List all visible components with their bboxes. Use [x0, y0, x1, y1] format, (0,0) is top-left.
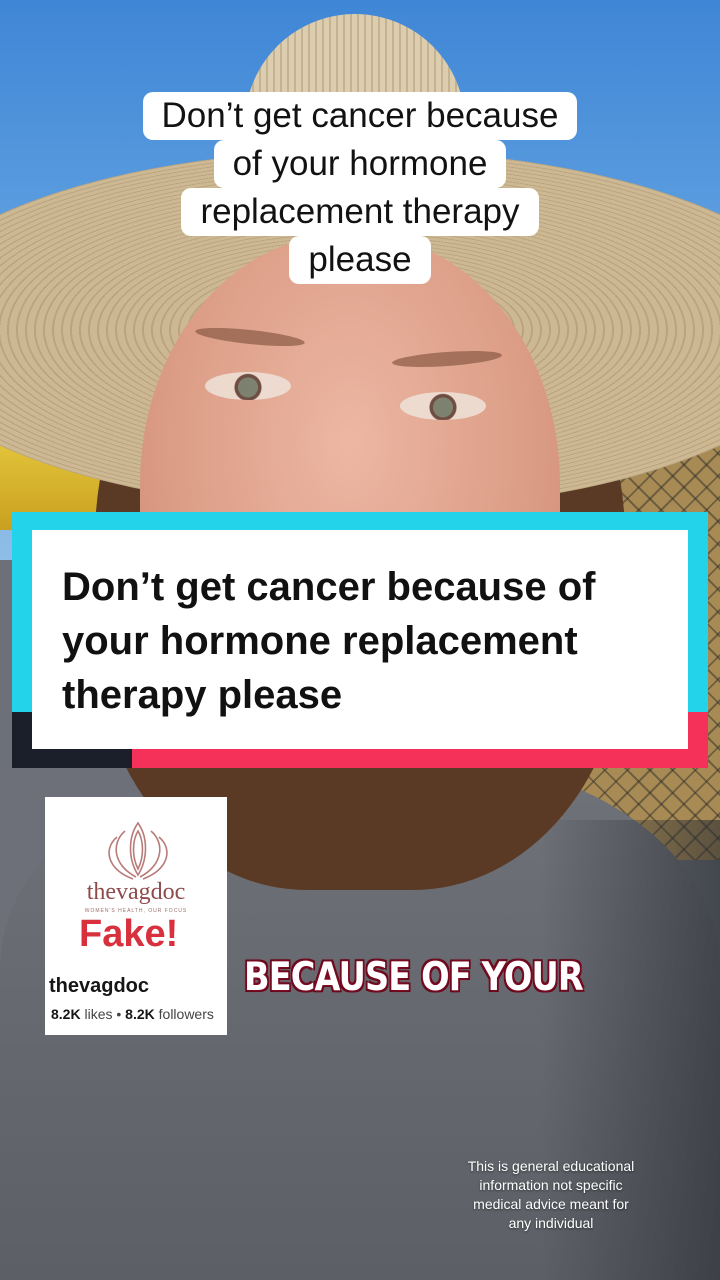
fake-account-sticker: thevagdoc WOMEN'S HEALTH, OUR FOCUS Fake… [45, 797, 227, 1035]
live-subtitle: BECAUSE OF YOUR [244, 955, 584, 1000]
followers-count: 8.2K [125, 1006, 155, 1022]
account-stats: 8.2K likes • 8.2K followers [51, 1006, 227, 1022]
disclaimer-line: medical advice meant for [473, 1196, 629, 1212]
sticker-brand: thevagdoc [86, 879, 186, 905]
top-caption-line: of your hormone [213, 140, 507, 188]
top-caption-line: Don’t get cancer because [142, 92, 578, 140]
title-card-line: therapy please [62, 673, 343, 717]
disclaimer-line: any individual [508, 1215, 594, 1231]
lotus-logo-icon [108, 821, 168, 880]
top-caption-line: please [289, 236, 431, 284]
likes-label: likes [84, 1006, 113, 1022]
stats-separator: • [116, 1006, 122, 1022]
disclaimer-line: information not specific [479, 1177, 623, 1193]
fake-stamp: Fake! [79, 913, 179, 955]
left-eye [205, 372, 291, 400]
likes-count: 8.2K [51, 1006, 81, 1022]
title-card-line: your hormone replacement [62, 619, 578, 663]
top-caption: Don’t get cancer because of your hormone… [0, 92, 720, 284]
followers-label: followers [158, 1006, 214, 1022]
right-eye [400, 392, 486, 420]
title-card: Don’t get cancer because of your hormone… [32, 530, 688, 749]
disclaimer-line: This is general educational [467, 1158, 635, 1174]
account-handle: thevagdoc [49, 975, 150, 997]
top-caption-line: replacement therapy [181, 188, 539, 236]
title-card-line: Don’t get cancer because of [62, 565, 596, 609]
disclaimer: This is general educational information … [446, 1157, 656, 1233]
